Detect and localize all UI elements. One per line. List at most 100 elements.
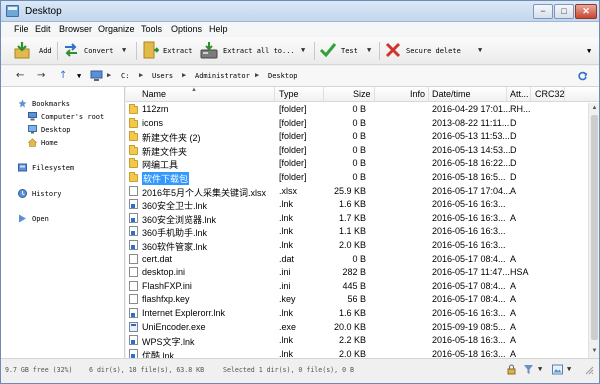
minimize-button[interactable]: − — [533, 4, 553, 19]
sidebar-bookmarks[interactable]: Bookmarks — [32, 100, 70, 108]
toolbar-overflow-icon[interactable]: ▼ — [587, 47, 591, 55]
file-size: 282 B — [342, 267, 366, 278]
resize-grip-icon[interactable] — [583, 364, 594, 375]
extract-button[interactable]: Extract — [141, 40, 193, 62]
convert-button[interactable]: Convert ▼ — [62, 40, 132, 62]
table-row[interactable]: flashfxp.key .key 56 B 2016-05-17 08:4... A — [126, 293, 588, 307]
close-button[interactable]: ✕ — [575, 4, 597, 19]
file-icon — [129, 253, 138, 264]
column-name[interactable]: Name — [142, 89, 166, 99]
up-button[interactable]: ↑ — [59, 70, 67, 81]
table-row[interactable]: Internet Explerorr.lnk .lnk 1.6 KB 2016-05-… — [126, 307, 588, 321]
table-row[interactable]: 112zm [folder] 0 B 2016-04-29 17:01... RH... — [126, 103, 588, 117]
file-name: 360软件管家.lnk — [142, 241, 208, 252]
table-row[interactable]: 360手机助手.lnk .lnk 1.1 KB 2016-05-16 16:3... — [126, 225, 588, 239]
vertical-scrollbar[interactable]: ▲ ▼ — [588, 103, 599, 358]
column-info[interactable]: Info — [410, 89, 425, 99]
file-size: 0 B — [352, 131, 366, 142]
table-row[interactable]: 新建文件夹 [folder] 0 B 2016-05-13 14:53... D — [126, 144, 588, 158]
menu-file[interactable]: File — [14, 24, 29, 34]
file-type: [folder] — [279, 171, 307, 182]
menu-organize[interactable]: Organize — [98, 24, 135, 34]
column-divider[interactable] — [506, 87, 507, 102]
sidebar-item-computer-root[interactable]: Computer's root — [41, 113, 104, 121]
file-date: 2015-09-19 08:5... — [432, 321, 506, 332]
breadcrumb-users[interactable]: Users — [152, 72, 173, 80]
menu-edit[interactable]: Edit — [35, 24, 51, 34]
table-row[interactable]: UniEncoder.exe .exe 20.0 KB 2015-09-19 08:5… — [126, 321, 588, 335]
menu-browser[interactable]: Browser — [59, 24, 92, 34]
sidebar-filesystem[interactable]: Filesystem — [32, 164, 74, 172]
file-attributes: D — [510, 144, 517, 155]
column-divider[interactable] — [323, 87, 324, 102]
table-row[interactable]: desktop.ini .ini 282 B 2016-05-17 11:47... H… — [126, 266, 588, 280]
maximize-button[interactable]: □ — [554, 4, 574, 19]
breadcrumb-c[interactable]: C: — [121, 72, 129, 80]
file-type: [folder] — [279, 131, 307, 142]
column-type[interactable]: Type — [279, 89, 299, 99]
breadcrumb-separator[interactable]: ▶ — [182, 71, 186, 79]
extract-all-dropdown-icon[interactable]: ▼ — [301, 46, 305, 54]
table-row[interactable]: 360安全卫士.lnk .lnk 1.6 KB 2016-05-16 16:3... — [126, 198, 588, 212]
table-row[interactable]: icons [folder] 0 B 2013-08-22 11:11... D — [126, 117, 588, 131]
table-row[interactable]: 网编工具 [folder] 0 B 2016-05-18 16:22... D — [126, 157, 588, 171]
menu-options[interactable]: Options — [171, 24, 202, 34]
file-size: 1.1 KB — [338, 226, 366, 237]
column-attributes[interactable]: Att... — [510, 89, 529, 99]
forward-button[interactable]: → — [37, 70, 45, 81]
view-dropdown-icon[interactable]: ▼ — [538, 365, 542, 373]
table-row[interactable]: 360安全浏览器.lnk .lnk 1.7 KB 2016-05-16 16:3...… — [126, 212, 588, 226]
scroll-thumb[interactable] — [591, 115, 598, 340]
column-divider[interactable] — [564, 87, 565, 102]
table-row[interactable]: cert.dat .dat 0 B 2016-05-17 08:4... A — [126, 253, 588, 267]
file-date: 2013-08-22 11:11... — [432, 117, 510, 128]
secure-delete-button[interactable]: Secure delete ▼ — [384, 40, 494, 62]
column-crc32[interactable]: CRC32 — [535, 89, 565, 99]
status-free-space: 9.7 GB free (32%) — [5, 366, 73, 374]
lock-icon[interactable] — [506, 364, 517, 375]
column-date[interactable]: Date/time — [432, 89, 471, 99]
add-button[interactable]: Add — [13, 40, 53, 62]
test-button[interactable]: Test ▼ — [319, 40, 375, 62]
test-dropdown-icon[interactable]: ▼ — [367, 46, 371, 54]
breadcrumb-separator[interactable]: ▶ — [139, 71, 143, 79]
breadcrumb-desktop[interactable]: Desktop — [268, 72, 298, 80]
scroll-up-icon[interactable]: ▲ — [590, 104, 599, 113]
file-type: .dat — [279, 253, 295, 264]
menu-tools[interactable]: Tools — [141, 24, 162, 34]
breadcrumb-separator[interactable]: ▶ — [107, 71, 111, 79]
convert-dropdown-icon[interactable]: ▼ — [122, 46, 126, 54]
breadcrumb-separator[interactable]: ▶ — [255, 71, 259, 79]
column-size[interactable]: Size — [353, 89, 371, 99]
table-row[interactable]: FlashFXP.ini .ini 445 B 2016-05-17 08:4... A — [126, 280, 588, 294]
thumbnail-view-icon[interactable] — [552, 364, 563, 375]
layout-dropdown-icon[interactable]: ▼ — [567, 365, 571, 373]
table-row[interactable]: WPS文字.lnk .lnk 2.2 KB 2016-05-18 16:3... A — [126, 334, 588, 348]
table-row[interactable]: 2016年5月个人采集关键词.xlsx .xlsx 25.9 KB 2016-05-1… — [126, 185, 588, 199]
secure-delete-dropdown-icon[interactable]: ▼ — [478, 46, 482, 54]
extract-all-button[interactable]: Extract all to... ▼ — [200, 40, 310, 62]
sidebar-history[interactable]: History — [32, 190, 62, 198]
breadcrumb-administrator[interactable]: Administrator — [195, 72, 250, 80]
table-row[interactable]: 软件下载包 [folder] 0 B 2016-05-18 16:5... D — [126, 171, 588, 185]
sidebar-open[interactable]: Open — [32, 215, 49, 223]
filter-icon[interactable] — [523, 364, 534, 375]
column-divider[interactable] — [530, 87, 531, 102]
back-button[interactable]: ← — [16, 70, 24, 81]
computer-icon[interactable] — [90, 70, 103, 82]
file-rows: 112zm [folder] 0 B 2016-04-29 17:01... RH...… — [126, 103, 588, 361]
refresh-icon[interactable] — [577, 71, 588, 82]
folder-icon — [129, 171, 138, 182]
history-dropdown-icon[interactable]: ▼ — [77, 72, 81, 80]
column-divider[interactable] — [274, 87, 275, 102]
column-divider[interactable] — [374, 87, 375, 102]
column-divider[interactable] — [428, 87, 429, 102]
sidebar-item-home[interactable]: Home — [41, 139, 58, 147]
scroll-down-icon[interactable]: ▼ — [590, 347, 599, 356]
menu-help[interactable]: Help — [209, 24, 228, 34]
file-date: 2016-05-16 16:3... — [432, 212, 506, 223]
sidebar-item-desktop[interactable]: Desktop — [41, 126, 71, 134]
table-row[interactable]: 360软件管家.lnk .lnk 2.0 KB 2016-05-16 16:3... — [126, 239, 588, 253]
file-name: 360手机助手.lnk — [142, 228, 208, 239]
table-row[interactable]: 新建文件夹 (2) [folder] 0 B 2016-05-13 11:53... D — [126, 130, 588, 144]
